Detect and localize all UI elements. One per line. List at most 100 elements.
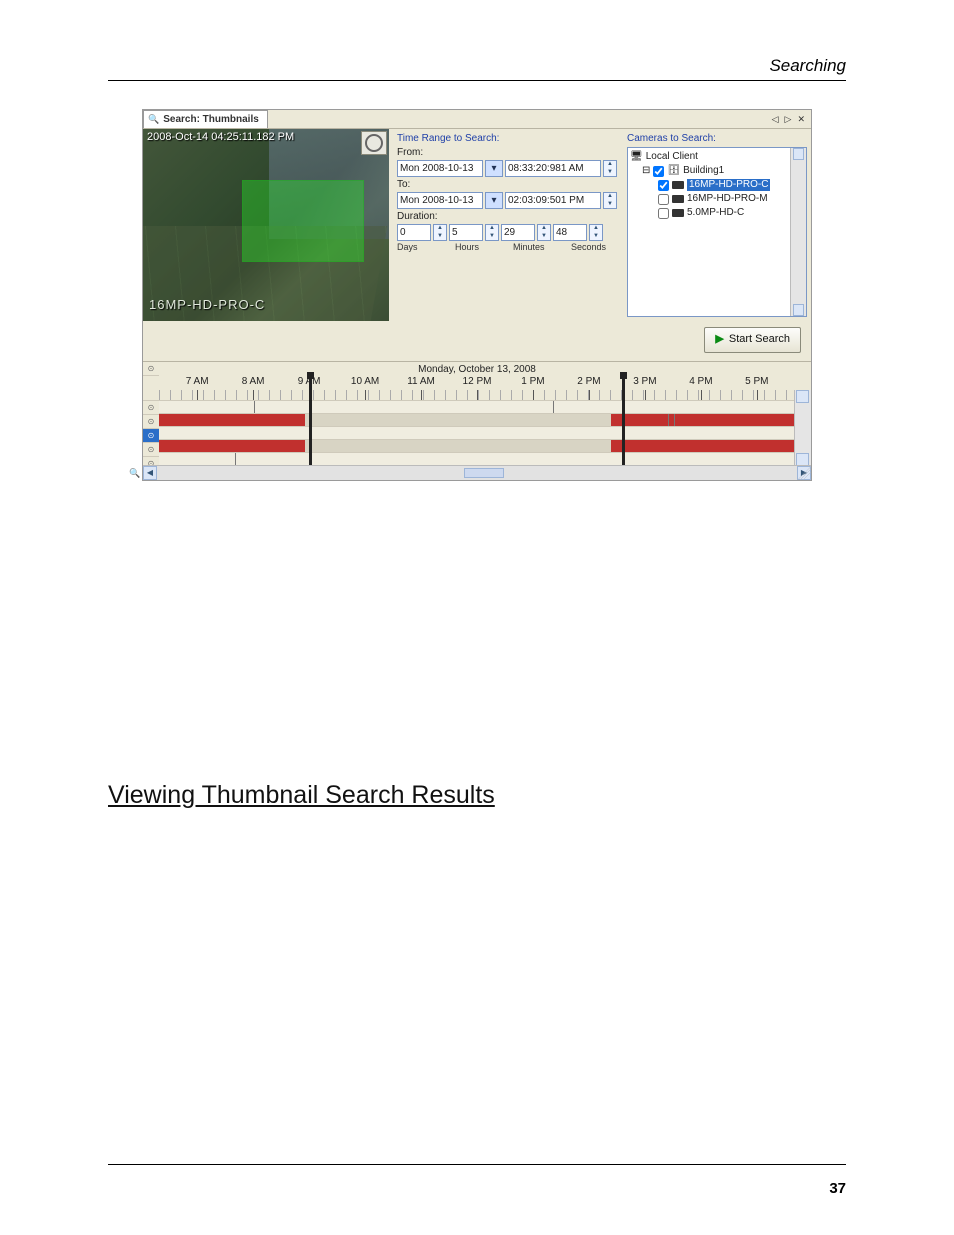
days-input[interactable]: 0 (397, 224, 431, 241)
minutes-unit: Minutes (513, 242, 553, 253)
duration-label: Duration: (397, 211, 617, 223)
timeline-hscrollbar[interactable]: 🔍 ◀ ▶ (143, 465, 811, 480)
resize-grip[interactable] (797, 466, 811, 480)
footer-rule (108, 1164, 846, 1165)
gutter-scale (143, 376, 159, 401)
zoom-icon[interactable]: 🔍 (127, 466, 144, 480)
seconds-spinner[interactable]: ▲▼ (589, 224, 603, 241)
chapter-header: Searching (108, 56, 846, 76)
from-time-spinner[interactable]: ▲▼ (603, 160, 617, 177)
search-thumbnails-window: 🔍 Search: Thumbnails ◁ ▷ ✕ 2008-Oct-14 0… (142, 109, 812, 481)
hours-unit: Hours (455, 242, 495, 253)
timeline-track[interactable] (159, 452, 795, 465)
camera-icon (672, 195, 684, 203)
gutter-header[interactable]: ⊙ (143, 362, 159, 376)
preview-timestamp: 2008-Oct-14 04:25:11.182 PM (147, 131, 294, 144)
gutter-track-2[interactable]: ⊙ (143, 415, 159, 429)
tab-title: Search: Thumbnails (163, 114, 259, 126)
timeline-hour-label: 7 AM (186, 376, 209, 388)
cameras-panel: Cameras to Search: 🖥 Local Client ⊟ 🗄 Bu… (627, 129, 811, 321)
timeline-track[interactable] (159, 439, 795, 452)
from-date-input[interactable]: Mon 2008-10-13 (397, 160, 483, 177)
timeline-hour-label: 10 AM (351, 376, 379, 388)
to-time-input[interactable]: 02:03:09:501 PM (505, 192, 601, 209)
camera-icon (672, 181, 684, 189)
cam1-checkbox[interactable] (658, 180, 669, 191)
tab-bar: 🔍 Search: Thumbnails ◁ ▷ ✕ (143, 110, 811, 129)
gutter-track-1[interactable]: ⊙ (143, 401, 159, 415)
cam2-checkbox[interactable] (658, 194, 669, 205)
camera-tree[interactable]: 🖥 Local Client ⊟ 🗄 Building1 16 (627, 147, 807, 317)
motion-highlight (243, 181, 363, 261)
tree-site-label: Building1 (683, 165, 724, 177)
seconds-unit: Seconds (571, 242, 611, 253)
gutter-track-4[interactable]: ⊙ (143, 443, 159, 457)
days-spinner[interactable]: ▲▼ (433, 224, 447, 241)
timeline-hour-label: 8 AM (242, 376, 265, 388)
from-label: From: (397, 147, 617, 159)
seconds-input[interactable]: 48 (553, 224, 587, 241)
tree-cam1[interactable]: 16MP-HD-PRO-C (630, 178, 804, 192)
cam3-checkbox[interactable] (658, 208, 669, 219)
play-icon: ▶ (715, 333, 723, 346)
tree-cam2-label: 16MP-HD-PRO-M (687, 193, 768, 205)
timeline-gutter: ⊙ ⊙ ⊙ ⊙ ⊙ ⊙ (143, 362, 159, 466)
timeline-hour-label: 4 PM (689, 376, 712, 388)
timeline-vscrollbar[interactable] (794, 390, 811, 466)
to-date-dropdown[interactable]: ▾ (485, 192, 503, 209)
tree-scrollbar[interactable] (790, 148, 806, 316)
timeline-hour-label: 2 PM (577, 376, 600, 388)
to-label: To: (397, 179, 617, 191)
client-icon: 🖥 (630, 151, 643, 163)
scroll-left-icon[interactable]: ◀ (143, 466, 157, 480)
hours-input[interactable]: 5 (449, 224, 483, 241)
hours-spinner[interactable]: ▲▼ (485, 224, 499, 241)
site-checkbox[interactable] (653, 166, 664, 177)
tabbar-next-icon[interactable]: ▷ (783, 114, 794, 125)
time-range-panel: Time Range to Search: From: Mon 2008-10-… (389, 129, 627, 321)
scroll-thumb[interactable] (464, 468, 504, 478)
minutes-input[interactable]: 29 (501, 224, 535, 241)
tree-root[interactable]: 🖥 Local Client (630, 150, 804, 164)
minutes-spinner[interactable]: ▲▼ (537, 224, 551, 241)
to-time-spinner[interactable]: ▲▼ (603, 192, 617, 209)
timeline-hour-label: 9 AM (298, 376, 321, 388)
search-icon: 🔍 (148, 114, 159, 125)
tabbar-prev-icon[interactable]: ◁ (770, 114, 781, 125)
timeline-track[interactable] (159, 413, 795, 426)
timeline-track[interactable] (159, 426, 795, 439)
cameras-heading: Cameras to Search: (627, 133, 807, 145)
timeline-track[interactable] (159, 400, 795, 413)
from-time-input[interactable]: 08:33:20:981 AM (505, 160, 601, 177)
from-date-dropdown[interactable]: ▾ (485, 160, 503, 177)
header-rule (108, 80, 846, 81)
timeline-scale[interactable]: 7 AM 8 AM 9 AM 10 AM 11 AM 12 PM 1 PM 2 PM 3 PM 4… (159, 376, 795, 400)
section-heading: Viewing Thumbnail Search Results (108, 781, 846, 810)
preview-camera-label: 16MP-HD-PRO-C (149, 297, 265, 313)
video-preview[interactable]: 2008-Oct-14 04:25:11.182 PM 16MP-HD-PRO-… (143, 129, 389, 321)
expand-icon[interactable]: ⊟ (642, 165, 650, 177)
tree-root-label: Local Client (646, 151, 698, 163)
tree-site[interactable]: ⊟ 🗄 Building1 (630, 164, 804, 178)
start-search-label: Start Search (729, 333, 790, 346)
tree-cam1-label: 16MP-HD-PRO-C (687, 179, 770, 191)
to-date-input[interactable]: Mon 2008-10-13 (397, 192, 483, 209)
camera-icon (672, 209, 684, 217)
days-unit: Days (397, 242, 437, 253)
time-range-heading: Time Range to Search: (397, 133, 617, 145)
timeline: ⊙ ⊙ ⊙ ⊙ ⊙ ⊙ Monday, October 13, 2008 7 A… (143, 361, 811, 480)
page-number: 37 (829, 1180, 846, 1197)
tree-cam3[interactable]: 5.0MP-HD-C (630, 206, 804, 220)
timeline-hour-label: 12 PM (463, 376, 492, 388)
start-search-button[interactable]: ▶ Start Search (704, 327, 801, 353)
site-icon: 🗄 (667, 165, 680, 177)
gutter-track-3[interactable]: ⊙ (143, 429, 159, 443)
tree-cam2[interactable]: 16MP-HD-PRO-M (630, 192, 804, 206)
timeline-hour-label: 1 PM (521, 376, 544, 388)
ptz-button[interactable] (361, 131, 387, 155)
tab-search-thumbnails[interactable]: 🔍 Search: Thumbnails (143, 110, 268, 128)
tree-cam3-label: 5.0MP-HD-C (687, 207, 744, 219)
timeline-hour-label: 11 AM (407, 376, 435, 388)
tabbar-close-icon[interactable]: ✕ (795, 114, 807, 125)
timeline-hour-label: 3 PM (633, 376, 656, 388)
